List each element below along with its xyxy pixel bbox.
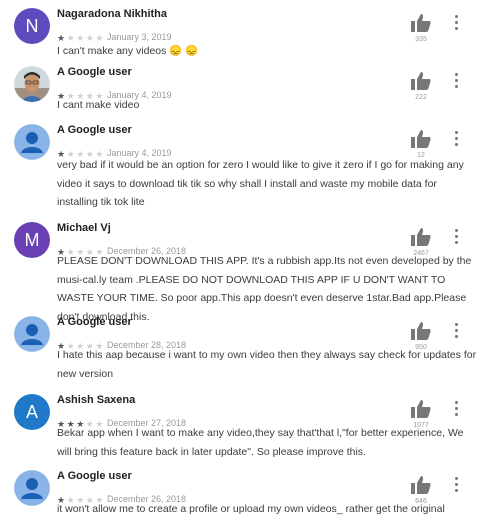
review-meta: ★ ★ ★ ★ ★ January 3, 2019 xyxy=(57,28,172,43)
review-text: I hate this aap because i want to my own… xyxy=(57,349,477,380)
dot xyxy=(455,329,458,332)
review-text: it won't allow me to create a profile or… xyxy=(57,503,445,515)
review-text: PLEASE DON'T DOWNLOAD THIS APP. It's a r… xyxy=(57,255,472,323)
reviewer-name: Michael Vj xyxy=(57,222,111,234)
more-vert-icon[interactable] xyxy=(449,476,465,494)
review-text: I cant make video xyxy=(57,99,140,111)
reviewer-name: A Google user xyxy=(57,66,132,78)
thumbs-up-icon[interactable] xyxy=(411,72,431,90)
dot xyxy=(455,15,458,18)
thumbs-up-icon[interactable] xyxy=(411,322,431,340)
thumbs-up-icon[interactable] xyxy=(411,14,431,32)
avatar xyxy=(14,66,50,102)
more-vert-icon[interactable] xyxy=(449,322,465,340)
dot xyxy=(455,131,458,134)
dot xyxy=(455,335,458,338)
dot xyxy=(455,489,458,492)
thumbs-up-icon[interactable] xyxy=(411,400,431,418)
more-vert-icon[interactable] xyxy=(449,14,465,32)
dot xyxy=(455,229,458,232)
reviewer-name: A Google user xyxy=(57,124,132,136)
avatar: N xyxy=(14,8,50,44)
more-vert-icon[interactable] xyxy=(449,400,465,418)
review-text: very bad if it would be an option for ze… xyxy=(57,159,464,208)
dot xyxy=(455,323,458,326)
more-vert-icon[interactable] xyxy=(449,130,465,148)
reviewer-name: Ashish Saxena xyxy=(57,394,136,406)
avatar xyxy=(14,124,50,160)
thumbs-up-icon[interactable] xyxy=(411,130,431,148)
dot xyxy=(455,137,458,140)
reviewer-name: Nagaradona Nikhitha xyxy=(57,8,168,20)
dot xyxy=(455,413,458,416)
dot xyxy=(455,143,458,146)
more-vert-icon[interactable] xyxy=(449,72,465,90)
dot xyxy=(455,241,458,244)
dot xyxy=(455,85,458,88)
avatar: A xyxy=(14,394,50,430)
thumbs-up-icon[interactable] xyxy=(411,476,431,494)
review-text: I can't make any videos 😞 😞 xyxy=(57,45,199,57)
dot xyxy=(455,27,458,30)
dot xyxy=(455,407,458,410)
dot xyxy=(455,477,458,480)
reviewer-name: A Google user xyxy=(57,316,132,328)
dot xyxy=(455,235,458,238)
avatar: M xyxy=(14,222,50,258)
dot xyxy=(455,483,458,486)
review-text: Bekar app when I want to make any video,… xyxy=(57,427,464,458)
dot xyxy=(455,401,458,404)
dot xyxy=(455,79,458,82)
more-vert-icon[interactable] xyxy=(449,228,465,246)
review-date: January 3, 2019 xyxy=(106,32,172,42)
avatar xyxy=(14,470,50,506)
thumbs-up-icon[interactable] xyxy=(411,228,431,246)
avatar xyxy=(14,316,50,352)
dot xyxy=(455,73,458,76)
reviewer-name: A Google user xyxy=(57,470,132,482)
review-meta: ★ ★ ★ ★ ★ January 4, 2019 xyxy=(57,144,172,159)
dot xyxy=(455,21,458,24)
